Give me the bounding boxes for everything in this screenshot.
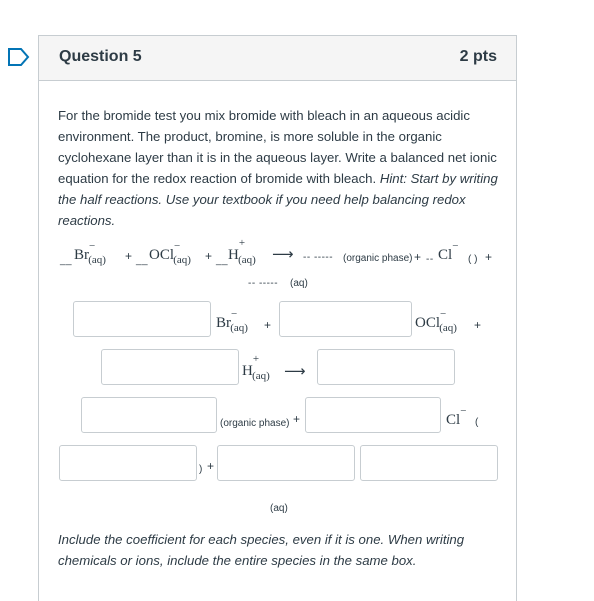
row1-ocl: OCl−(aq) <box>415 308 457 334</box>
question-title: Question 5 <box>59 48 142 65</box>
row1-plus-2: + <box>474 318 482 332</box>
blank-coef-ocl: __ <box>136 255 149 266</box>
answer-box-product-br2[interactable] <box>317 349 455 385</box>
question-points: 2 pts <box>459 48 497 65</box>
bookmark-flag-icon[interactable] <box>7 47 31 67</box>
row2-arrow: ⟶ <box>284 363 306 380</box>
species-cl: Cl− <box>438 240 459 263</box>
answer-box-coef-h[interactable] <box>101 349 239 385</box>
plus-3: + <box>414 250 422 264</box>
row1-br: Br−(aq) <box>216 308 248 334</box>
row1-plus: + <box>264 318 272 332</box>
plus-2: + <box>205 249 213 263</box>
cl-phase-blank: ( ) <box>468 254 478 265</box>
question-header: Question 5 2 pts <box>39 36 516 81</box>
species-h: H+(aq) <box>228 237 256 266</box>
species-br: Br−(aq) <box>74 240 106 266</box>
row4-plus: + <box>207 459 215 473</box>
row4-aq-label: (aq) <box>270 503 288 514</box>
row3-organic-label: (organic phase) <box>220 418 290 429</box>
reaction-arrow: ⟶ <box>272 246 294 263</box>
answer-box-coef-water[interactable] <box>217 445 355 481</box>
water-aq-label: (aq) <box>290 278 308 289</box>
row4-close-paren: ) <box>199 464 203 475</box>
blank-water: -- ----- <box>248 278 279 289</box>
blank-coef-cl: -- <box>426 254 434 265</box>
plus-1: + <box>125 249 133 263</box>
blank-coef-br: __ <box>60 255 73 266</box>
species-ocl: OCl−(aq) <box>149 240 191 266</box>
row3-cl: Cl− <box>446 405 467 428</box>
instructions-footer: Include the coefficient for each species… <box>58 532 465 568</box>
answer-box-coef-cl[interactable] <box>305 397 441 433</box>
row3-paren: ( <box>475 417 479 428</box>
answer-box-coef-br[interactable] <box>73 301 211 337</box>
plus-4: + <box>485 250 493 264</box>
blank-coef-h: __ <box>216 255 229 266</box>
row2-h: H+(aq) <box>242 353 270 382</box>
answer-box-cl-phase[interactable] <box>59 445 197 481</box>
answer-box-coef-ocl[interactable] <box>279 301 412 337</box>
blank-product-organic: -- ----- <box>303 252 334 263</box>
organic-phase-label: (organic phase) <box>343 253 413 264</box>
question-prompt: For the bromide test you mix bromide wit… <box>58 105 503 231</box>
question-card: Question 5 2 pts For the bromide test yo… <box>38 35 517 601</box>
answer-box-organic-product[interactable] <box>81 397 217 433</box>
row3-plus: + <box>293 412 301 426</box>
answer-box-water[interactable] <box>360 445 498 481</box>
